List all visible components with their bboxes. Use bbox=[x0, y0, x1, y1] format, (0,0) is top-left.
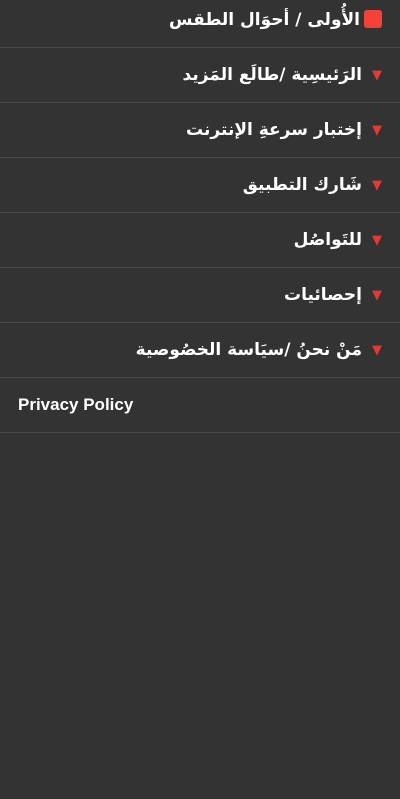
menu-item-privacy-policy[interactable]: Privacy Policy bbox=[0, 378, 400, 433]
menu-item-about-privacy[interactable]: ▼ مَنْ نحنُ /سيَاسة الخصُوصية bbox=[0, 323, 400, 378]
menu-item-label: الرَئيسِية /طالَع المَزيد bbox=[182, 65, 362, 85]
menu-item-label: الأُولى / أحوَال الطقس bbox=[169, 10, 360, 30]
menu-item-share-app[interactable]: ▼ شَارك التطبيق bbox=[0, 158, 400, 213]
red-triangle-icon: ▼ bbox=[372, 122, 382, 138]
menu-item-statistics[interactable]: ▼ إحصائيات bbox=[0, 268, 400, 323]
menu-item-speed-test[interactable]: ▼ إختبار سرعةِ الإنترنت bbox=[0, 103, 400, 158]
menu-item-contact[interactable]: ▼ للتَواصُل bbox=[0, 213, 400, 268]
red-triangle-icon: ▼ bbox=[372, 67, 382, 83]
menu-item-label: إختبار سرعةِ الإنترنت bbox=[186, 120, 362, 140]
menu-item-weather[interactable]: الأُولى / أحوَال الطقس bbox=[0, 0, 400, 48]
menu-item-home[interactable]: ▼ الرَئيسِية /طالَع المَزيد bbox=[0, 48, 400, 103]
navigation-menu: الأُولى / أحوَال الطقس ▼ الرَئيسِية /طال… bbox=[0, 0, 400, 433]
red-triangle-icon: ▼ bbox=[372, 287, 382, 303]
red-triangle-icon: ▼ bbox=[372, 342, 382, 358]
menu-item-label: مَنْ نحنُ /سيَاسة الخصُوصية bbox=[135, 340, 362, 360]
red-triangle-icon: ▼ bbox=[372, 232, 382, 248]
red-square-icon bbox=[364, 10, 382, 28]
menu-item-label: Privacy Policy bbox=[18, 395, 134, 414]
menu-item-label: شَارك التطبيق bbox=[242, 175, 362, 195]
red-triangle-icon: ▼ bbox=[372, 177, 382, 193]
menu-item-label: للتَواصُل bbox=[293, 230, 362, 250]
menu-item-label: إحصائيات bbox=[283, 285, 362, 305]
